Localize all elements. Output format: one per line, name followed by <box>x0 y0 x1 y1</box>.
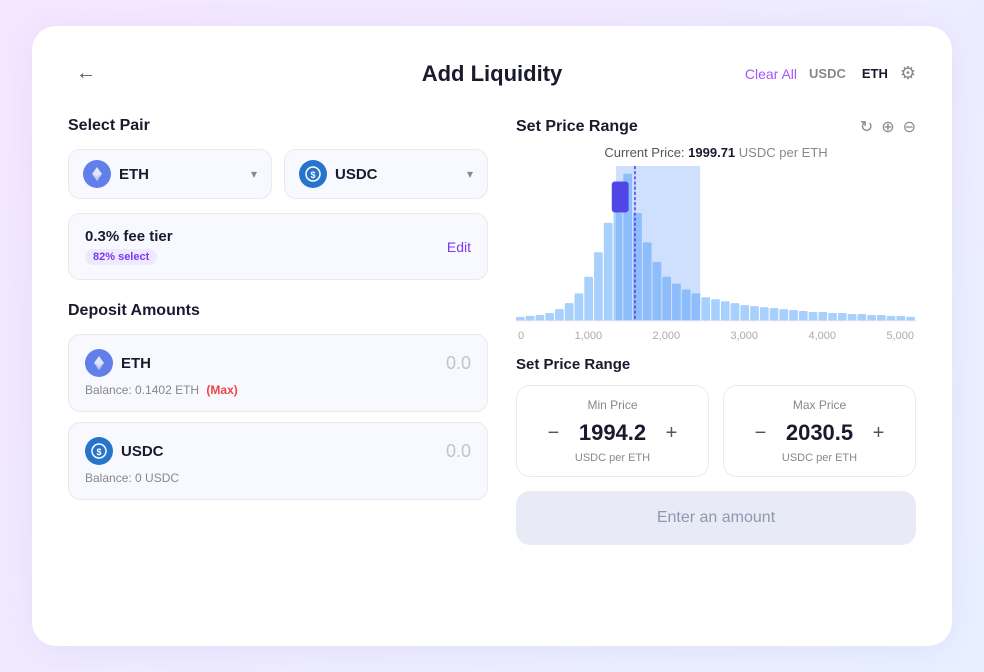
min-price-controls: − 1994.2 + <box>531 420 694 446</box>
min-price-value: 1994.2 <box>578 420 648 446</box>
eth-deposit-symbol: ETH <box>121 355 151 372</box>
eth-token-inner: ETH <box>83 160 149 188</box>
eth-max-button[interactable]: (Max) <box>206 383 237 397</box>
max-price-box: Max Price − 2030.5 + USDC per ETH <box>723 385 916 477</box>
eth-deposit-label: ETH <box>85 349 151 377</box>
fee-tier-left: 0.3% fee tier 82% select <box>85 228 173 265</box>
token-badge-usdc: USDC <box>805 64 850 83</box>
current-price-label: Current Price: 1999.71 USDC per ETH <box>516 145 916 160</box>
eth-deposit-row: ETH 0.0 <box>85 349 471 377</box>
select-pair-title: Select Pair <box>68 117 488 135</box>
price-inputs-row: Min Price − 1994.2 + USDC per ETH Max Pr… <box>516 385 916 477</box>
chart-container <box>516 166 916 326</box>
max-price-value: 2030.5 <box>785 420 855 446</box>
max-price-controls: − 2030.5 + <box>738 420 901 446</box>
settings-button[interactable]: ⚙ <box>900 63 916 84</box>
eth-chevron-icon: ▾ <box>251 167 257 181</box>
main-content: Select Pair ETH ▾ <box>68 117 916 545</box>
page-title: Add Liquidity <box>422 61 563 87</box>
usdc-token-inner: $ USDC <box>299 160 378 188</box>
chart-x-axis: 0 1,000 2,000 3,000 4,000 5,000 <box>516 330 916 342</box>
current-price-value: 1999.71 <box>688 145 735 160</box>
liquidity-chart <box>516 166 916 326</box>
usdc-token-select[interactable]: $ USDC ▾ <box>284 149 488 199</box>
x-label-0: 0 <box>518 330 524 342</box>
x-label-5000: 5,000 <box>886 330 914 342</box>
fee-badge: 82% select <box>85 249 157 265</box>
svg-text:$: $ <box>96 447 101 457</box>
zoom-in-button[interactable]: ⊕ <box>881 117 894 137</box>
eth-token-select[interactable]: ETH ▾ <box>68 149 272 199</box>
x-label-1000: 1,000 <box>575 330 603 342</box>
select-pair-row: ETH ▾ $ USDC ▾ <box>68 149 488 199</box>
x-label-3000: 3,000 <box>731 330 759 342</box>
right-panel: Set Price Range ↻ ⊕ ⊖ Current Price: 199… <box>516 117 916 545</box>
left-panel: Select Pair ETH ▾ <box>68 117 488 545</box>
usdc-deposit-box: $ USDC 0.0 Balance: 0 USDC <box>68 422 488 500</box>
back-button[interactable]: ← <box>68 58 104 89</box>
set-price-range-title: Set Price Range <box>516 356 916 373</box>
x-label-2000: 2,000 <box>653 330 681 342</box>
min-price-label: Min Price <box>531 398 694 412</box>
min-price-unit: USDC per ETH <box>531 452 694 464</box>
max-price-increase-button[interactable]: + <box>867 421 891 445</box>
min-price-box: Min Price − 1994.2 + USDC per ETH <box>516 385 709 477</box>
usdc-deposit-amount: 0.0 <box>446 441 471 462</box>
deposit-title: Deposit Amounts <box>68 302 488 320</box>
min-price-decrease-button[interactable]: − <box>542 421 566 445</box>
eth-icon <box>83 160 111 188</box>
current-price-unit: USDC per ETH <box>739 145 828 160</box>
enter-amount-button[interactable]: Enter an amount <box>516 491 916 545</box>
clear-all-button[interactable]: Clear All <box>745 66 797 82</box>
x-label-4000: 4,000 <box>808 330 836 342</box>
price-range-header: Set Price Range ↻ ⊕ ⊖ <box>516 117 916 137</box>
refresh-button[interactable]: ↻ <box>860 117 873 137</box>
token-badge-eth: ETH <box>858 64 892 83</box>
header-right: Clear All USDC ETH ⚙ <box>745 63 916 84</box>
chart-controls: ↻ ⊕ ⊖ <box>860 117 916 137</box>
usdc-deposit-row: $ USDC 0.0 <box>85 437 471 465</box>
max-price-unit: USDC per ETH <box>738 452 901 464</box>
min-price-increase-button[interactable]: + <box>660 421 684 445</box>
eth-deposit-amount: 0.0 <box>446 353 471 374</box>
eth-deposit-icon <box>85 349 113 377</box>
usdc-chevron-icon: ▾ <box>467 167 473 181</box>
usdc-token-name: USDC <box>335 166 378 183</box>
main-card: ← Add Liquidity Clear All USDC ETH ⚙ Sel… <box>32 26 952 646</box>
usdc-deposit-label: $ USDC <box>85 437 164 465</box>
fee-tier-text: 0.3% fee tier <box>85 228 173 245</box>
fee-tier-box: 0.3% fee tier 82% select Edit <box>68 213 488 280</box>
deposit-section: Deposit Amounts ETH 0.0 <box>68 302 488 500</box>
zoom-out-button[interactable]: ⊖ <box>903 117 916 137</box>
svg-text:$: $ <box>310 170 315 180</box>
usdc-icon: $ <box>299 160 327 188</box>
usdc-balance-text: Balance: 0 USDC <box>85 471 471 485</box>
max-price-label: Max Price <box>738 398 901 412</box>
eth-balance-text: Balance: 0.1402 ETH (Max) <box>85 383 471 397</box>
eth-token-name: ETH <box>119 166 149 183</box>
edit-fee-button[interactable]: Edit <box>447 239 471 255</box>
header: ← Add Liquidity Clear All USDC ETH ⚙ <box>68 58 916 89</box>
price-range-title: Set Price Range <box>516 118 638 136</box>
header-left: ← <box>68 58 104 89</box>
max-price-decrease-button[interactable]: − <box>749 421 773 445</box>
eth-deposit-box: ETH 0.0 Balance: 0.1402 ETH (Max) <box>68 334 488 412</box>
usdc-deposit-symbol: USDC <box>121 443 164 460</box>
usdc-deposit-icon: $ <box>85 437 113 465</box>
